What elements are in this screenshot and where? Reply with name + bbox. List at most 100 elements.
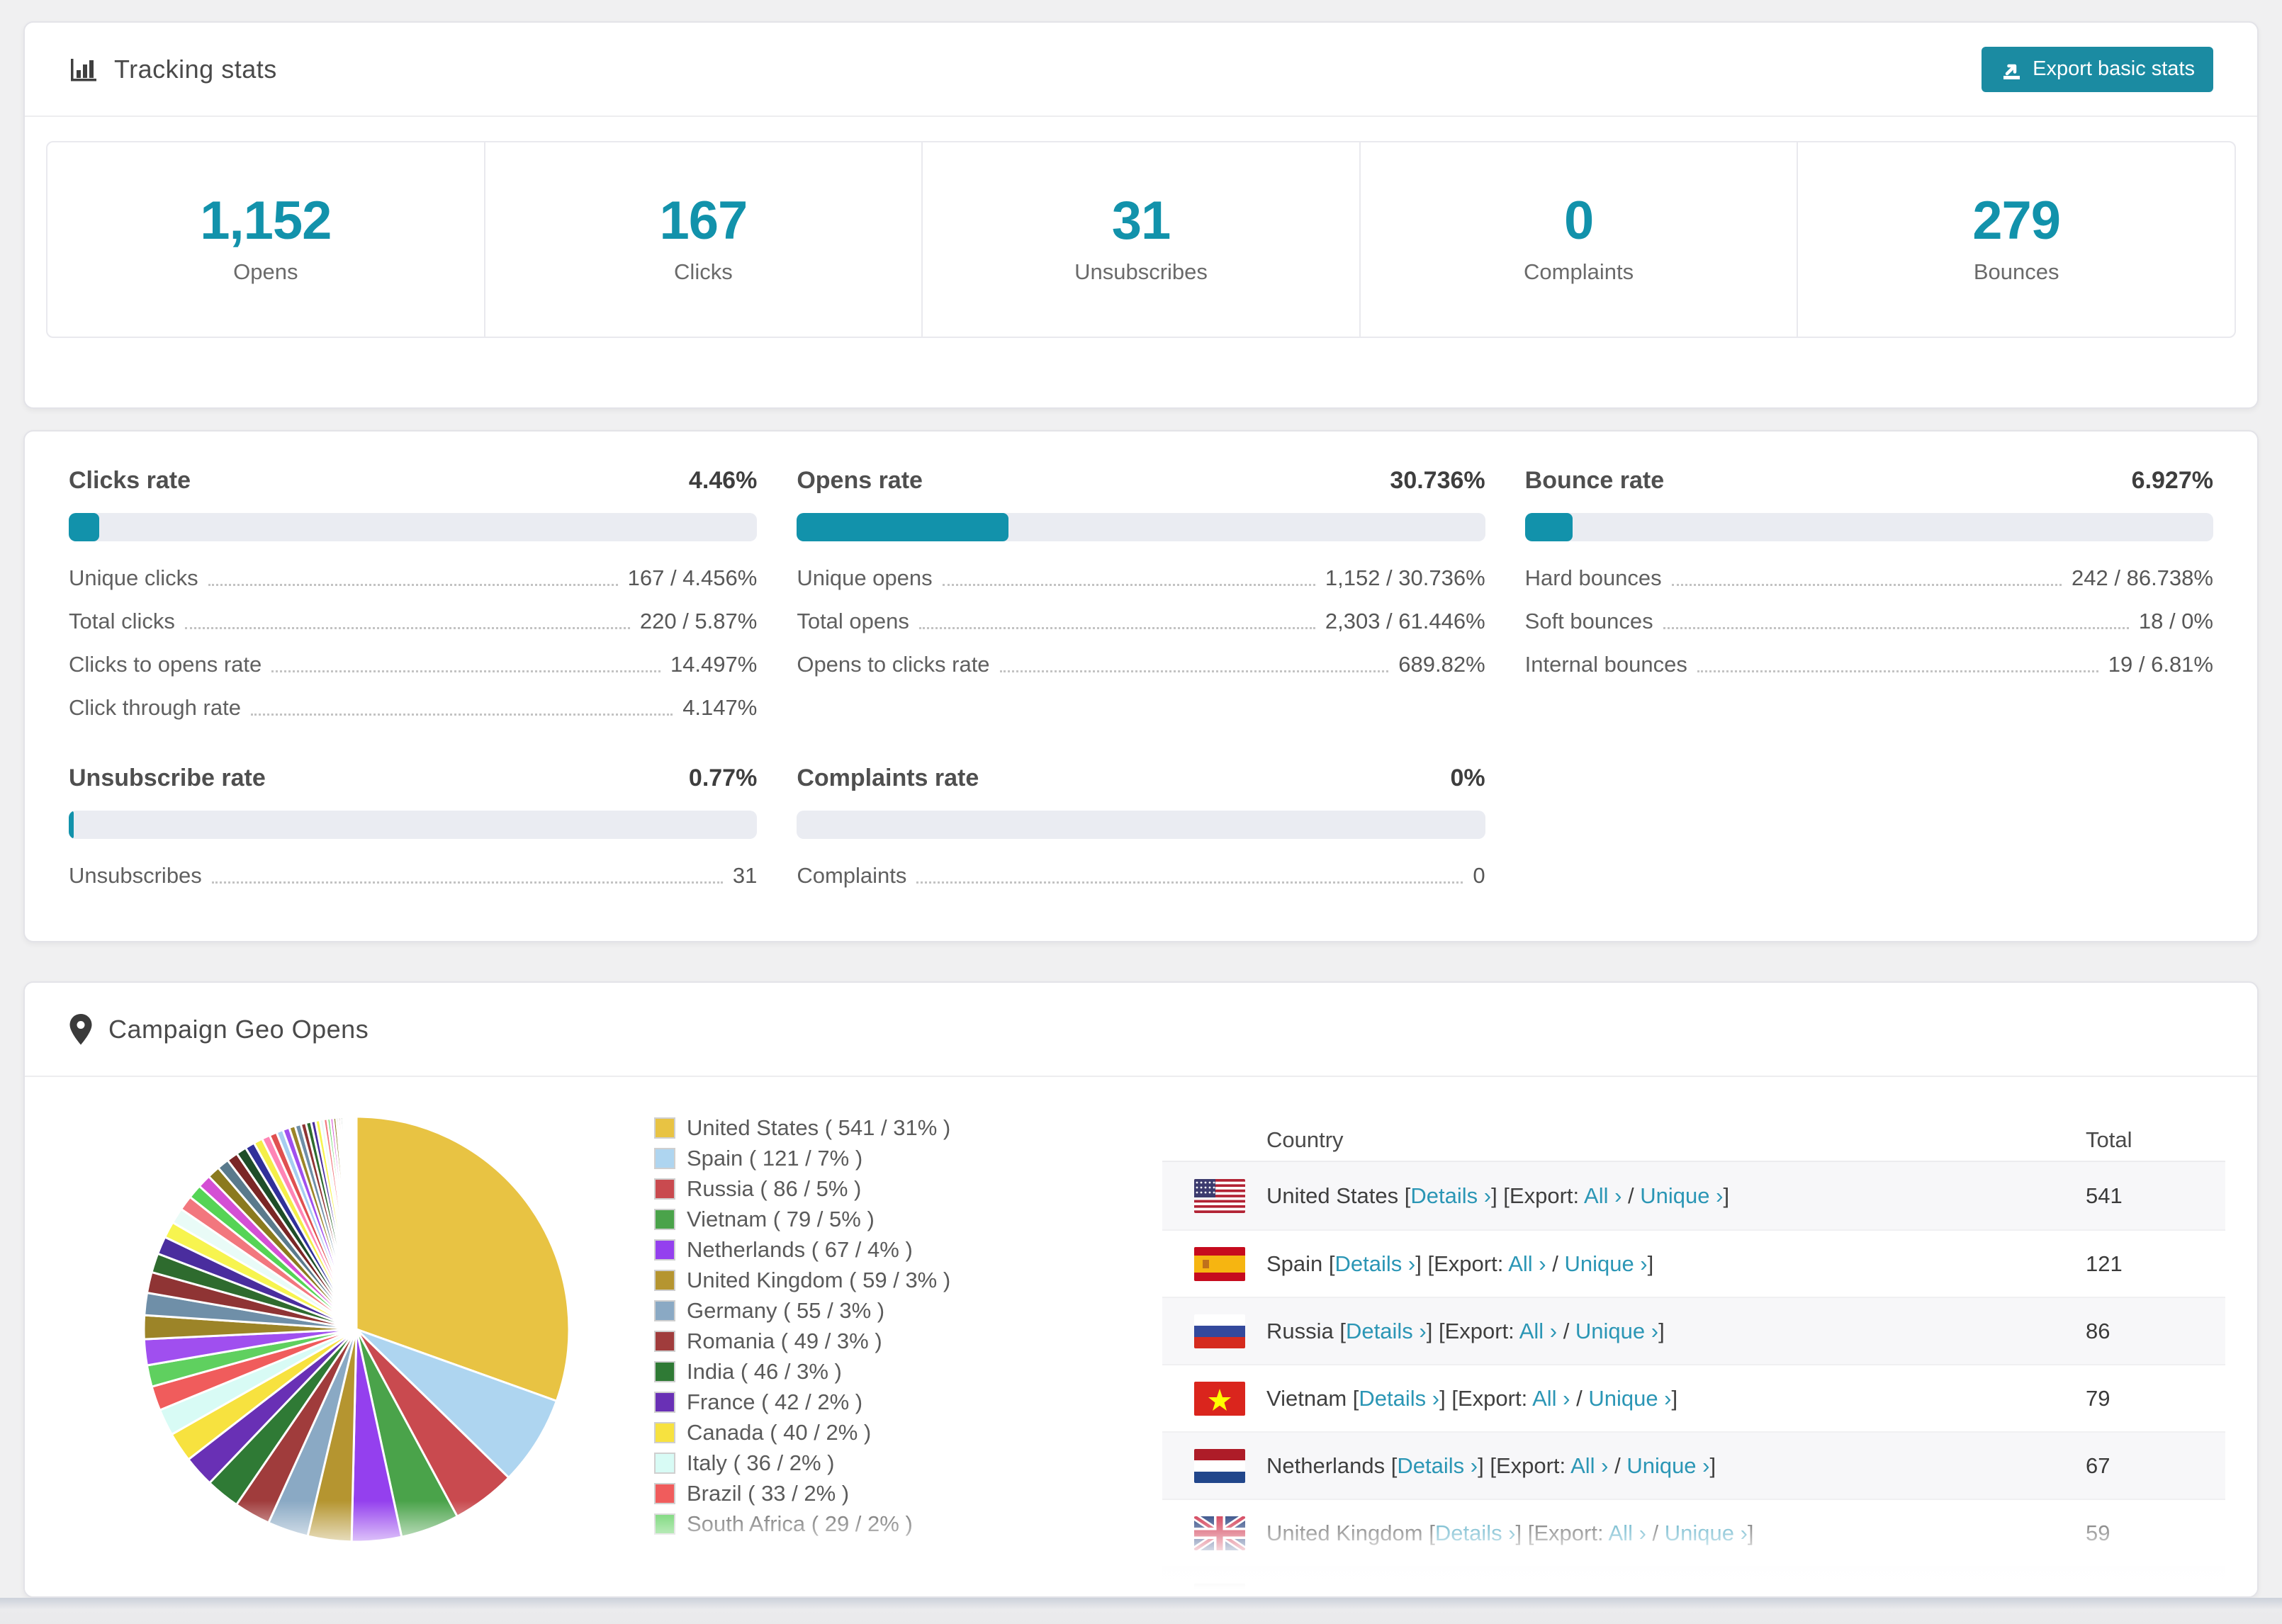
legend-label: United States ( 541 / 31% ) bbox=[687, 1115, 951, 1140]
bracket: / bbox=[1580, 1588, 1599, 1597]
geo-table-row-vietnam: Vietnam [Details ›] [Export: All › / Uni… bbox=[1162, 1364, 2225, 1431]
bracket: / bbox=[1646, 1520, 1665, 1545]
country-cell: Germany [Details ›] [Export: All › / Uni… bbox=[1266, 1588, 2086, 1597]
legend-item-south-africa[interactable]: South Africa ( 29 / 2% ) bbox=[654, 1509, 950, 1539]
rate-row-unique-clicks: Unique clicks 167 / 4.456% bbox=[69, 565, 757, 591]
total-cell: 86 bbox=[2086, 1318, 2110, 1343]
rate-value: 30.736% bbox=[1390, 467, 1485, 494]
export-unique-link[interactable]: Unique › bbox=[1588, 1386, 1671, 1411]
total-cell: 59 bbox=[2086, 1520, 2110, 1545]
details-link[interactable]: Details › bbox=[1410, 1183, 1491, 1208]
rate-row-label: Hard bounces bbox=[1524, 565, 1662, 590]
geo-opens-pie-chart[interactable] bbox=[137, 1110, 576, 1549]
export-all-link[interactable]: All › bbox=[1532, 1386, 1570, 1411]
export-unique-link[interactable]: Unique › bbox=[1564, 1251, 1647, 1276]
country-name: Russia bbox=[1266, 1318, 1334, 1343]
legend-item-united-kingdom[interactable]: United Kingdom ( 59 / 3% ) bbox=[654, 1265, 950, 1295]
dotted-leader bbox=[1663, 627, 2129, 629]
legend-swatch bbox=[654, 1513, 675, 1535]
export-label: Export: bbox=[1457, 1385, 1528, 1411]
country-cell: Russia [Details ›] [Export: All › / Uniq… bbox=[1266, 1319, 2086, 1344]
legend-item-france[interactable]: France ( 42 / 2% ) bbox=[654, 1387, 950, 1417]
details-link[interactable]: Details › bbox=[1435, 1521, 1516, 1545]
legend-item-brazil[interactable]: Brazil ( 33 / 2% ) bbox=[654, 1478, 950, 1509]
bracket: ] bbox=[1647, 1251, 1654, 1276]
legend-item-canada[interactable]: Canada ( 40 / 2% ) bbox=[654, 1417, 950, 1448]
export-all-link[interactable]: All › bbox=[1570, 1453, 1608, 1478]
country-cell: Vietnam [Details ›] [Export: All › / Uni… bbox=[1266, 1386, 2086, 1411]
progress-track bbox=[1524, 513, 2213, 541]
rate-title: Bounce rate bbox=[1524, 467, 1665, 494]
legend-label: Canada ( 40 / 2% ) bbox=[687, 1419, 872, 1445]
legend-label: Spain ( 121 / 7% ) bbox=[687, 1145, 863, 1171]
export-all-link[interactable]: All › bbox=[1542, 1588, 1580, 1597]
rate-value: 4.46% bbox=[688, 467, 758, 494]
bracket: ] bbox=[1671, 1385, 1678, 1411]
dotted-leader bbox=[184, 627, 630, 629]
rate-row-label: Total opens bbox=[797, 609, 909, 633]
legend-item-germany[interactable]: Germany ( 55 / 3% ) bbox=[654, 1295, 950, 1326]
stat-unsubscribes: 31 Unsubscribes bbox=[923, 142, 1361, 337]
progress-track bbox=[69, 513, 758, 541]
geo-table-header: Country Total bbox=[1162, 1120, 2225, 1162]
export-unique-link[interactable]: Unique › bbox=[1626, 1453, 1709, 1478]
export-all-link[interactable]: All › bbox=[1584, 1183, 1621, 1208]
bracket: ] bbox=[1747, 1520, 1754, 1545]
bracket: ] bbox=[1682, 1588, 1688, 1597]
export-unique-link[interactable]: Unique › bbox=[1599, 1588, 1682, 1597]
bracket: ] bbox=[1723, 1183, 1730, 1208]
rate-head: Clicks rate 4.46% bbox=[69, 467, 757, 495]
export-unique-link[interactable]: Unique › bbox=[1640, 1183, 1723, 1208]
details-link[interactable]: Details › bbox=[1397, 1453, 1478, 1478]
legend-label: Russia ( 86 / 5% ) bbox=[687, 1175, 862, 1201]
progress-fill bbox=[69, 513, 100, 541]
details-link[interactable]: Details › bbox=[1359, 1386, 1439, 1411]
bracket: [ bbox=[1328, 1251, 1335, 1276]
stat-label: Clicks bbox=[674, 259, 733, 284]
details-link[interactable]: Details › bbox=[1346, 1319, 1427, 1343]
rate-row-value: 220 / 5.87% bbox=[639, 609, 758, 633]
stat-bounces: 279 Bounces bbox=[1798, 142, 2235, 337]
bracket: ] bbox=[1658, 1318, 1665, 1343]
export-label: Export: bbox=[1509, 1183, 1580, 1208]
legend-item-netherlands[interactable]: Netherlands ( 67 / 4% ) bbox=[654, 1234, 950, 1265]
geo-table-rows: United States [Details ›] [Export: All ›… bbox=[1162, 1162, 2225, 1597]
export-basic-stats-button[interactable]: Export basic stats bbox=[1982, 46, 2213, 92]
rate-panel-bounce-rate: Bounce rate 6.927% Hard bounces 242 / 86… bbox=[1524, 467, 2213, 721]
bracket: / bbox=[1608, 1453, 1627, 1478]
country-name: Netherlands bbox=[1266, 1453, 1386, 1478]
export-unique-link[interactable]: Unique › bbox=[1575, 1319, 1658, 1343]
progress-fill bbox=[1524, 513, 1573, 541]
rate-title: Clicks rate bbox=[69, 467, 191, 494]
details-link[interactable]: Details › bbox=[1369, 1588, 1450, 1597]
legend-item-italy[interactable]: Italy ( 36 / 2% ) bbox=[654, 1448, 950, 1478]
tracking-stats-header: Tracking stats Export basic stats bbox=[25, 23, 2257, 117]
legend-item-romania[interactable]: Romania ( 49 / 3% ) bbox=[654, 1326, 950, 1356]
legend-label: Vietnam ( 79 / 5% ) bbox=[687, 1206, 875, 1231]
rate-row-label: Unique opens bbox=[797, 565, 933, 590]
legend-swatch bbox=[654, 1147, 675, 1169]
legend-item-india[interactable]: India ( 46 / 3% ) bbox=[654, 1356, 950, 1387]
details-link[interactable]: Details › bbox=[1335, 1251, 1416, 1276]
dotted-leader bbox=[1671, 584, 2062, 586]
rates-card: Clicks rate 4.46% Unique clicks 167 / 4.… bbox=[23, 430, 2259, 942]
export-unique-link[interactable]: Unique › bbox=[1665, 1521, 1748, 1545]
stat-value: 167 bbox=[659, 191, 748, 251]
legend-item-united-states[interactable]: United States ( 541 / 31% ) bbox=[654, 1112, 950, 1143]
flag-gb-icon bbox=[1194, 1516, 1266, 1550]
legend-item-russia[interactable]: Russia ( 86 / 5% ) bbox=[654, 1173, 950, 1204]
stat-label: Bounces bbox=[1973, 259, 2059, 284]
legend-item-spain[interactable]: Spain ( 121 / 7% ) bbox=[654, 1143, 950, 1173]
legend-label: France ( 42 / 2% ) bbox=[687, 1389, 863, 1414]
legend-label: India ( 46 / 3% ) bbox=[687, 1358, 842, 1384]
rate-head: Complaints rate 0% bbox=[797, 765, 1485, 792]
rate-row-label: Complaints bbox=[797, 863, 907, 888]
country-cell: Spain [Details ›] [Export: All › / Uniqu… bbox=[1266, 1251, 2086, 1277]
location-pin-icon bbox=[69, 1013, 93, 1046]
export-all-link[interactable]: All › bbox=[1609, 1521, 1646, 1545]
stats-summary: 1,152 Opens 167 Clicks 31 Unsubscribes 0… bbox=[46, 141, 2236, 338]
legend-item-vietnam[interactable]: Vietnam ( 79 / 5% ) bbox=[654, 1204, 950, 1234]
rate-title: Unsubscribe rate bbox=[69, 765, 266, 791]
export-all-link[interactable]: All › bbox=[1519, 1319, 1557, 1343]
export-all-link[interactable]: All › bbox=[1508, 1251, 1546, 1276]
